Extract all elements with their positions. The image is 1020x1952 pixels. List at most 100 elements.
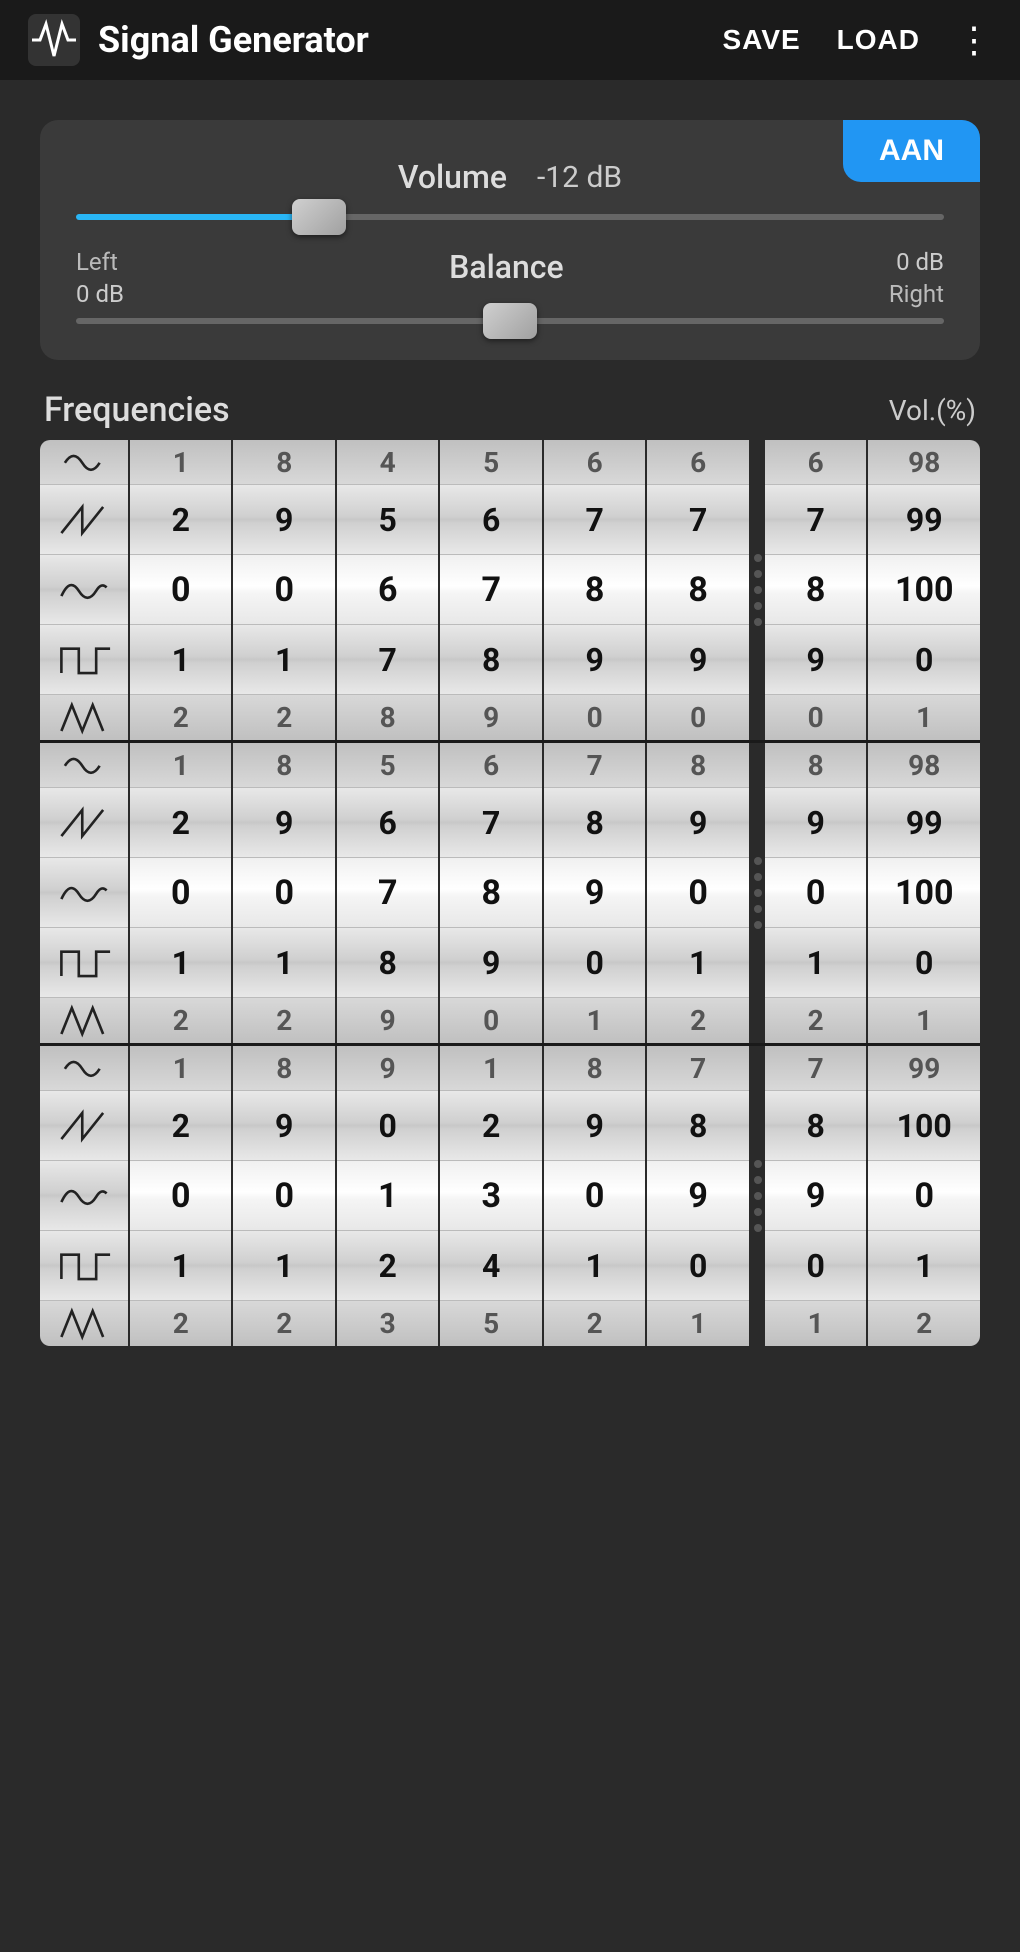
digit-cell-2-0-0[interactable]: 1	[130, 1046, 231, 1091]
digit-cell-2-1-3[interactable]: 1	[233, 1231, 334, 1301]
digit-cell-2-4-4[interactable]: 2	[544, 1301, 645, 1346]
vol-pct-cell-2-1[interactable]: 100	[868, 1091, 980, 1161]
vol-digit-cell-1-0[interactable]: 8	[765, 743, 866, 788]
digit-cell-0-2-4[interactable]: 8	[337, 695, 438, 740]
digit-cell-1-2-1[interactable]: 6	[337, 788, 438, 858]
digit-col-1-4[interactable]: 78901	[544, 743, 647, 1043]
digit-cell-1-0-1[interactable]: 2	[130, 788, 231, 858]
digit-cell-0-5-4[interactable]: 0	[647, 695, 748, 740]
digit-cell-2-3-1[interactable]: 2	[440, 1091, 541, 1161]
digit-cell-0-2-1[interactable]: 5	[337, 485, 438, 555]
digit-col-0-4[interactable]: 67890	[544, 440, 647, 740]
wave-cell-1-0[interactable]	[40, 743, 128, 788]
digit-cell-1-1-4[interactable]: 2	[233, 998, 334, 1043]
wave-cell-0-1[interactable]	[40, 485, 128, 555]
wave-cell-2-4[interactable]	[40, 1301, 128, 1346]
wave-col-1[interactable]	[40, 743, 130, 1043]
more-options-icon[interactable]: ⋮	[956, 22, 992, 58]
digit-cell-1-2-2[interactable]: 7	[337, 858, 438, 928]
digit-cell-1-1-2[interactable]: 0	[233, 858, 334, 928]
wave-cell-2-3[interactable]	[40, 1231, 128, 1301]
digit-cell-2-1-0[interactable]: 8	[233, 1046, 334, 1091]
digit-cell-0-0-3[interactable]: 1	[130, 625, 231, 695]
wave-cell-1-3[interactable]	[40, 928, 128, 998]
save-button[interactable]: SAVE	[723, 24, 801, 56]
wave-cell-0-3[interactable]	[40, 625, 128, 695]
digit-cell-1-3-0[interactable]: 6	[440, 743, 541, 788]
digit-cell-0-0-2[interactable]: 0	[130, 555, 231, 625]
wave-cell-2-1[interactable]	[40, 1091, 128, 1161]
vol-pct-cell-1-2[interactable]: 100	[868, 858, 980, 928]
vol-pct-cell-0-2[interactable]: 100	[868, 555, 980, 625]
vol-pct-cell-1-3[interactable]: 0	[868, 928, 980, 998]
digit-col-2-1[interactable]: 89012	[233, 1046, 336, 1346]
digit-cell-1-1-3[interactable]: 1	[233, 928, 334, 998]
digit-cell-1-3-4[interactable]: 0	[440, 998, 541, 1043]
digit-cell-2-5-3[interactable]: 0	[647, 1231, 748, 1301]
digit-col-0-5[interactable]: 67890	[647, 440, 750, 740]
digit-cell-0-5-3[interactable]: 9	[647, 625, 748, 695]
digit-cell-2-3-3[interactable]: 4	[440, 1231, 541, 1301]
digit-cell-1-5-4[interactable]: 2	[647, 998, 748, 1043]
digit-cell-2-5-2[interactable]: 9	[647, 1161, 748, 1231]
vol-pct-col-1[interactable]: 989910001	[868, 743, 980, 1043]
digit-cell-0-3-1[interactable]: 6	[440, 485, 541, 555]
digit-cell-2-2-4[interactable]: 3	[337, 1301, 438, 1346]
digit-col-0-1[interactable]: 89012	[233, 440, 336, 740]
digit-cell-2-4-1[interactable]: 9	[544, 1091, 645, 1161]
vol-digit-cell-1-1[interactable]: 9	[765, 788, 866, 858]
digit-cell-1-5-1[interactable]: 9	[647, 788, 748, 858]
balance-thumb[interactable]	[483, 303, 537, 339]
digit-cell-0-4-4[interactable]: 0	[544, 695, 645, 740]
digit-col-0-3[interactable]: 56789	[440, 440, 543, 740]
digit-cell-0-4-2[interactable]: 8	[544, 555, 645, 625]
wave-cell-2-2[interactable]	[40, 1161, 128, 1231]
wave-cell-0-2[interactable]	[40, 555, 128, 625]
digit-cell-0-5-1[interactable]: 7	[647, 485, 748, 555]
vol-digit-cell-0-2[interactable]: 8	[765, 555, 866, 625]
vol-pct-cell-1-4[interactable]: 1	[868, 998, 980, 1043]
digit-cell-2-1-4[interactable]: 2	[233, 1301, 334, 1346]
digit-cell-1-4-3[interactable]: 0	[544, 928, 645, 998]
wave-cell-1-1[interactable]	[40, 788, 128, 858]
digit-cell-2-0-2[interactable]: 0	[130, 1161, 231, 1231]
digit-cell-0-1-0[interactable]: 8	[233, 440, 334, 485]
digit-cell-0-3-3[interactable]: 8	[440, 625, 541, 695]
vol-pct-cell-2-4[interactable]: 2	[868, 1301, 980, 1346]
digit-cell-2-2-2[interactable]: 1	[337, 1161, 438, 1231]
vol-pct-col-0[interactable]: 989910001	[868, 440, 980, 740]
vol-pct-cell-1-0[interactable]: 98	[868, 743, 980, 788]
digit-cell-1-4-1[interactable]: 8	[544, 788, 645, 858]
digit-cell-0-4-0[interactable]: 6	[544, 440, 645, 485]
digit-cell-2-3-0[interactable]: 1	[440, 1046, 541, 1091]
digit-cell-0-2-3[interactable]: 7	[337, 625, 438, 695]
vol-pct-cell-2-0[interactable]: 99	[868, 1046, 980, 1091]
digit-col-0-2[interactable]: 45678	[337, 440, 440, 740]
digit-cell-1-3-1[interactable]: 7	[440, 788, 541, 858]
volume-thumb[interactable]	[292, 199, 346, 235]
digit-cell-0-1-3[interactable]: 1	[233, 625, 334, 695]
digit-cell-0-4-1[interactable]: 7	[544, 485, 645, 555]
digit-cell-0-3-0[interactable]: 5	[440, 440, 541, 485]
vol-digit-cell-2-1[interactable]: 8	[765, 1091, 866, 1161]
digit-col-2-0[interactable]: 12012	[130, 1046, 233, 1346]
vol-digit-cell-1-2[interactable]: 0	[765, 858, 866, 928]
digit-cell-2-1-1[interactable]: 9	[233, 1091, 334, 1161]
wave-cell-2-0[interactable]	[40, 1046, 128, 1091]
digit-cell-1-2-4[interactable]: 9	[337, 998, 438, 1043]
wave-cell-0-4[interactable]	[40, 695, 128, 740]
digit-cell-0-5-2[interactable]: 8	[647, 555, 748, 625]
digit-cell-1-0-0[interactable]: 1	[130, 743, 231, 788]
digit-cell-1-5-0[interactable]: 8	[647, 743, 748, 788]
volume-slider[interactable]	[76, 214, 944, 220]
digit-cell-2-0-3[interactable]: 1	[130, 1231, 231, 1301]
digit-cell-1-2-3[interactable]: 8	[337, 928, 438, 998]
digit-cell-1-1-1[interactable]: 9	[233, 788, 334, 858]
digit-cell-2-5-0[interactable]: 7	[647, 1046, 748, 1091]
digit-cell-1-5-3[interactable]: 1	[647, 928, 748, 998]
digit-cell-2-4-3[interactable]: 1	[544, 1231, 645, 1301]
vol-pct-cell-0-3[interactable]: 0	[868, 625, 980, 695]
digit-cell-0-5-0[interactable]: 6	[647, 440, 748, 485]
vol-digit-cell-0-3[interactable]: 9	[765, 625, 866, 695]
vol-digit-col-1[interactable]: 89012	[765, 743, 868, 1043]
